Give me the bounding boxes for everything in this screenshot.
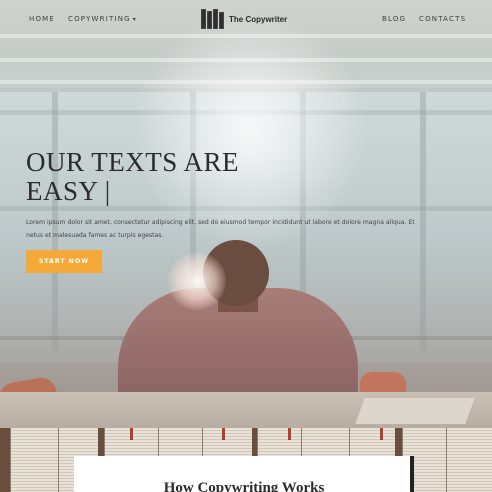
start-now-button[interactable]: START NOW: [26, 250, 102, 273]
window-mullion: [420, 92, 426, 352]
typing-cursor: |: [104, 176, 111, 206]
nav-blog-link[interactable]: BLOG: [382, 15, 406, 23]
headline-line-1: OUR TEXTS ARE: [26, 147, 240, 177]
lens-flare: [168, 252, 226, 310]
main-nav: HOME COPYWRITING ▾ The Copywriter BLOG CO…: [0, 0, 492, 38]
nav-home-link[interactable]: HOME: [29, 15, 55, 23]
hero-lead-text: Lorem ipsum dolor sit amet, consectetur …: [26, 219, 415, 239]
hero-background: [0, 0, 492, 430]
headline-line-2: EASY: [26, 176, 98, 206]
nav-copywriting-link[interactable]: COPYWRITING ▾: [68, 15, 137, 23]
site-logo[interactable]: The Copywriter: [201, 8, 287, 30]
light-glow: [130, 10, 370, 250]
how-it-works-card: How Copywriting Works: [74, 456, 414, 492]
nav-copywriting-label: COPYWRITING: [68, 15, 131, 23]
books-icon: [201, 9, 224, 29]
brand-name: The Copywriter: [229, 14, 288, 24]
hero-headline: OUR TEXTS ARE EASY |: [26, 148, 276, 206]
section-title: How Copywriting Works: [163, 480, 325, 492]
chevron-down-icon: ▾: [132, 16, 138, 23]
nav-contacts-link[interactable]: CONTACTS: [419, 15, 466, 23]
papers: [355, 398, 475, 424]
